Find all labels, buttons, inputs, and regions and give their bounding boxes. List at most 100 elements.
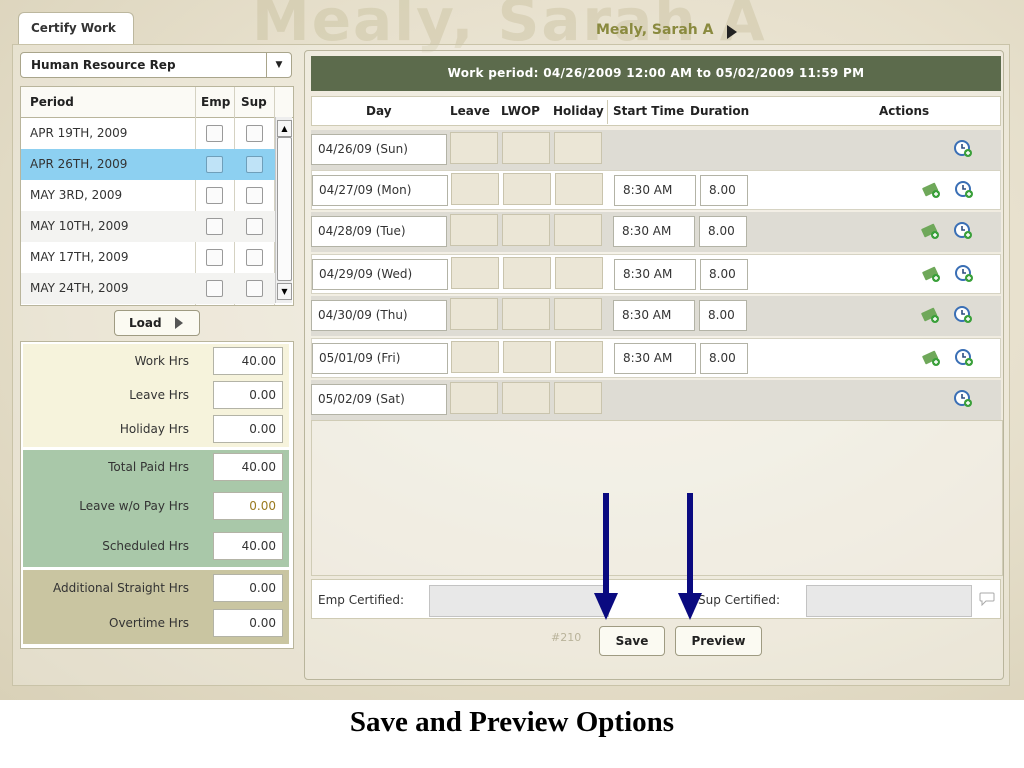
clock-add-icon[interactable] [954, 263, 974, 283]
comment-icon[interactable] [979, 592, 995, 606]
save-button[interactable]: Save [599, 626, 665, 656]
period-row-selected[interactable]: APR 26TH, 2009 [21, 149, 275, 180]
lwop-column-header: LWOP [501, 104, 540, 118]
start-time-field[interactable]: 8:30 AM [614, 259, 696, 290]
total-paid-hrs-label: Total Paid Hrs [108, 460, 189, 474]
period-row[interactable]: MAY 10TH, 2009 [21, 211, 275, 242]
period-row[interactable]: MAY 3RD, 2009 [21, 180, 275, 211]
sup-checkbox[interactable] [246, 249, 263, 266]
scroll-down-icon[interactable]: ▼ [277, 283, 292, 300]
scheduled-hrs-field[interactable]: 40.00 [213, 532, 283, 560]
money-add-icon[interactable] [922, 349, 942, 367]
day-field[interactable]: 05/01/09 (Fri) [312, 343, 448, 374]
emp-certified-field[interactable] [429, 585, 609, 617]
scroll-up-icon[interactable]: ▲ [277, 120, 292, 137]
holiday-cell[interactable] [554, 214, 602, 246]
role-select[interactable]: Human Resource Rep ▼ [20, 52, 292, 78]
timesheet-empty-area [311, 420, 1003, 576]
leave-cell[interactable] [450, 382, 498, 414]
app-window: Mealy, Sarah A Certify Work Mealy, Sarah… [0, 0, 1024, 700]
start-time-field[interactable]: 8:30 AM [614, 343, 696, 374]
holiday-hrs-field[interactable]: 0.00 [213, 415, 283, 443]
holiday-cell[interactable] [555, 341, 603, 373]
emp-checkbox[interactable] [206, 280, 223, 297]
leave-cell[interactable] [450, 132, 498, 164]
sup-checkbox[interactable] [246, 125, 263, 142]
money-add-icon[interactable] [921, 222, 941, 240]
work-hrs-field[interactable]: 40.00 [213, 347, 283, 375]
dropdown-arrow-icon[interactable]: ▼ [266, 53, 291, 77]
period-scrollbar[interactable]: ▲ ▼ [275, 117, 292, 303]
leave-cell[interactable] [450, 298, 498, 330]
start-time-field[interactable]: 8:30 AM [613, 300, 695, 331]
clock-add-icon[interactable] [953, 304, 973, 324]
period-label: MAY 24TH, 2009 [30, 281, 129, 295]
emp-checkbox[interactable] [206, 187, 223, 204]
lwop-cell[interactable] [502, 214, 550, 246]
clock-add-icon[interactable] [954, 179, 974, 199]
holiday-cell[interactable] [554, 132, 602, 164]
total-paid-hrs-field[interactable]: 40.00 [213, 453, 283, 481]
start-time-field[interactable]: 8:30 AM [614, 175, 696, 206]
holiday-cell[interactable] [554, 298, 602, 330]
period-row[interactable]: MAY 17TH, 2009 [21, 242, 275, 273]
leave-cell[interactable] [451, 257, 499, 289]
down-arrow-icon [594, 493, 618, 620]
day-field[interactable]: 04/29/09 (Wed) [312, 259, 448, 290]
sup-checkbox[interactable] [246, 280, 263, 297]
lwop-cell[interactable] [503, 257, 551, 289]
lwop-cell[interactable] [502, 132, 550, 164]
duration-field[interactable]: 8.00 [700, 343, 748, 374]
work-hrs-label: Work Hrs [134, 354, 189, 368]
clock-add-icon[interactable] [953, 388, 973, 408]
day-field[interactable]: 04/26/09 (Sun) [311, 134, 447, 165]
period-row[interactable]: APR 19TH, 2009 [21, 118, 275, 149]
scroll-thumb[interactable] [277, 137, 292, 281]
emp-checkbox[interactable] [206, 156, 223, 173]
leave-cell[interactable] [451, 341, 499, 373]
lwop-cell[interactable] [503, 173, 551, 205]
lwop-cell[interactable] [502, 298, 550, 330]
lwop-cell[interactable] [502, 382, 550, 414]
tab-certify-work[interactable]: Certify Work [18, 12, 134, 44]
leave-cell[interactable] [451, 173, 499, 205]
user-arrow-icon[interactable] [727, 25, 737, 39]
preview-button[interactable]: Preview [675, 626, 762, 656]
emp-checkbox[interactable] [206, 249, 223, 266]
sup-checkbox[interactable] [246, 187, 263, 204]
lwop-cell[interactable] [503, 341, 551, 373]
day-field[interactable]: 04/28/09 (Tue) [311, 216, 447, 247]
money-add-icon[interactable] [922, 181, 942, 199]
leave-hrs-field[interactable]: 0.00 [213, 381, 283, 409]
holiday-cell[interactable] [554, 382, 602, 414]
sup-certified-field[interactable] [806, 585, 972, 617]
emp-checkbox[interactable] [206, 125, 223, 142]
day-row-mon: 04/27/09 (Mon) 8:30 AM 8.00 [311, 170, 1001, 210]
duration-field[interactable]: 8.00 [699, 216, 747, 247]
user-name[interactable]: Mealy, Sarah A [596, 22, 713, 38]
duration-field[interactable]: 8.00 [700, 259, 748, 290]
emp-checkbox[interactable] [206, 218, 223, 235]
duration-field[interactable]: 8.00 [699, 300, 747, 331]
additional-hrs-field[interactable]: 0.00 [213, 574, 283, 602]
duration-field[interactable]: 8.00 [700, 175, 748, 206]
day-field[interactable]: 04/30/09 (Thu) [311, 300, 447, 331]
clock-add-icon[interactable] [953, 138, 973, 158]
sup-checkbox[interactable] [246, 218, 263, 235]
play-icon [175, 317, 183, 329]
load-button[interactable]: Load [114, 310, 200, 336]
sup-checkbox[interactable] [246, 156, 263, 173]
period-row[interactable]: MAY 24TH, 2009 [21, 273, 275, 304]
day-field[interactable]: 05/02/09 (Sat) [311, 384, 447, 415]
lwop-hrs-field[interactable]: 0.00 [213, 492, 283, 520]
clock-add-icon[interactable] [954, 347, 974, 367]
start-time-field[interactable]: 8:30 AM [613, 216, 695, 247]
day-field[interactable]: 04/27/09 (Mon) [312, 175, 448, 206]
money-add-icon[interactable] [921, 306, 941, 324]
leave-cell[interactable] [450, 214, 498, 246]
clock-add-icon[interactable] [953, 220, 973, 240]
overtime-hrs-field[interactable]: 0.00 [213, 609, 283, 637]
money-add-icon[interactable] [922, 265, 942, 283]
holiday-cell[interactable] [555, 257, 603, 289]
holiday-cell[interactable] [555, 173, 603, 205]
